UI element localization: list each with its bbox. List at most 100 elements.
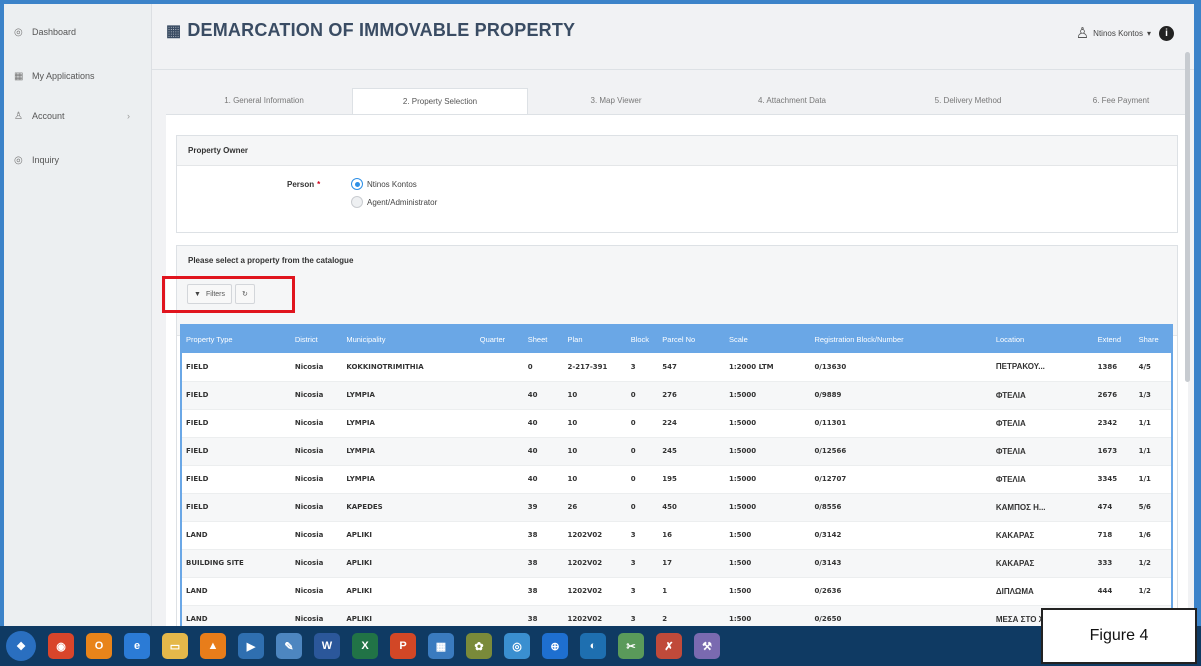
table-cell: 444 bbox=[1093, 577, 1135, 606]
table-row[interactable]: FIELD Nicosia LYMPIA 40 10 0 276 1:5000 0/9889 ΦΤ… bbox=[182, 381, 1171, 410]
powerpoint-icon[interactable]: P bbox=[390, 633, 416, 659]
table-cell bbox=[475, 437, 524, 466]
table-cell: 547 bbox=[658, 353, 725, 382]
column-header[interactable]: Scale bbox=[725, 326, 811, 353]
start-orb-icon[interactable]: ❖ bbox=[6, 631, 36, 661]
tab-3[interactable]: 3. Map Viewer bbox=[528, 88, 704, 114]
table-row[interactable]: FIELD Nicosia KOKKINOTRIMITHIA 0 2-217-391 3 5… bbox=[182, 353, 1171, 382]
calculator-icon[interactable]: ▦ bbox=[428, 633, 454, 659]
table-cell: FIELD bbox=[182, 493, 291, 522]
filters-button[interactable]: ▼ Filters bbox=[187, 284, 232, 304]
column-header[interactable]: Extend bbox=[1093, 326, 1135, 353]
table-cell: ΚΑΚΑΡΑΣ bbox=[991, 549, 1094, 578]
table-cell: 1/6 bbox=[1134, 521, 1171, 550]
table-cell bbox=[475, 493, 524, 522]
table-cell: LAND bbox=[182, 577, 291, 606]
gimp-icon[interactable]: ✿ bbox=[466, 633, 492, 659]
grid-menu-icon[interactable]: ▦ bbox=[166, 21, 181, 41]
column-header[interactable]: Block bbox=[626, 326, 659, 353]
table-cell: 1/2 bbox=[1134, 577, 1171, 606]
word-icon[interactable]: W bbox=[314, 633, 340, 659]
table-cell: ΦΤΕΛΙΑ bbox=[991, 409, 1094, 438]
tool-icon[interactable]: ✗ bbox=[656, 633, 682, 659]
teamviewer-icon[interactable]: ⊕ bbox=[542, 633, 568, 659]
scrollbar[interactable] bbox=[1185, 52, 1190, 382]
outlook-icon[interactable]: O bbox=[86, 633, 112, 659]
table-row[interactable]: FIELD Nicosia LYMPIA 40 10 0 224 1:5000 0/11301 Φ… bbox=[182, 409, 1171, 438]
refresh-button[interactable]: ↻ bbox=[235, 284, 255, 304]
sidebar: ◎ Dashboard ▦ My Applications ♙ Account › ◎ Inqu… bbox=[4, 4, 152, 626]
info-icon[interactable]: i bbox=[1159, 25, 1174, 41]
table-cell: 1:5000 bbox=[725, 409, 811, 438]
radio-selected-icon[interactable] bbox=[351, 178, 363, 190]
vlc-icon[interactable]: ▲ bbox=[200, 633, 226, 659]
sidebar-item-dashboard[interactable]: ◎ Dashboard bbox=[4, 10, 152, 54]
chrome-icon[interactable]: ◉ bbox=[48, 633, 74, 659]
table-cell: 1:500 bbox=[725, 549, 811, 578]
sidebar-item-my-applications[interactable]: ▦ My Applications bbox=[4, 54, 152, 98]
folder-icon[interactable]: ▭ bbox=[162, 633, 188, 659]
brush-icon[interactable]: ⚒ bbox=[694, 633, 720, 659]
paint-icon[interactable]: ✎ bbox=[276, 633, 302, 659]
radio-unselected-icon[interactable] bbox=[351, 196, 363, 208]
table-cell: ΦΤΕΛΙΑ bbox=[991, 437, 1094, 466]
globe-icon[interactable]: ◐ bbox=[580, 633, 606, 659]
table-cell: 2676 bbox=[1093, 381, 1135, 410]
radio-owner-self[interactable]: Ntinos Kontos bbox=[351, 178, 417, 190]
table-row[interactable]: FIELD Nicosia LYMPIA 40 10 0 195 1:5000 0/12707 Φ… bbox=[182, 465, 1171, 494]
ie-icon[interactable]: e bbox=[124, 633, 150, 659]
column-header[interactable]: District bbox=[290, 326, 343, 353]
column-header[interactable]: Plan bbox=[563, 326, 627, 353]
excel-icon[interactable]: X bbox=[352, 633, 378, 659]
table-cell bbox=[475, 521, 524, 550]
column-header[interactable]: Property Type bbox=[182, 326, 291, 353]
column-header[interactable]: Quarter bbox=[475, 326, 524, 353]
table-row[interactable]: LAND Nicosia APLIKI 38 1202V02 3 16 1:500 0/3142… bbox=[182, 521, 1171, 550]
table-cell: 0 bbox=[626, 381, 659, 410]
table-cell: 0 bbox=[626, 437, 659, 466]
table-cell bbox=[475, 577, 524, 606]
table-cell: 3 bbox=[626, 353, 659, 382]
table-row[interactable]: FIELD Nicosia LYMPIA 40 10 0 245 1:5000 0/12566 Φ… bbox=[182, 437, 1171, 466]
table-cell: 333 bbox=[1093, 549, 1135, 578]
tab-2[interactable]: 2. Property Selection bbox=[352, 88, 528, 114]
caret-down-icon: ▾ bbox=[1146, 28, 1151, 38]
sidebar-item-account[interactable]: ♙ Account › bbox=[4, 94, 152, 138]
user-menu[interactable]: ♙ Ntinos Kontos ▾ i bbox=[1076, 24, 1174, 42]
table-cell: LAND bbox=[182, 605, 291, 626]
column-header[interactable]: Parcel No bbox=[658, 326, 725, 353]
table-cell: 1202V02 bbox=[563, 605, 627, 626]
table-row[interactable]: BUILDING SITE Nicosia APLIKI 38 1202V02 3 17 1:… bbox=[182, 549, 1171, 578]
column-header[interactable]: Registration Block/Number bbox=[810, 326, 992, 353]
table-row[interactable]: LAND Nicosia APLIKI 38 1202V02 3 2 1:500 0/2650 Μ… bbox=[182, 605, 1171, 626]
sidebar-item-inquiry[interactable]: ◎ Inquiry bbox=[4, 138, 152, 182]
table-cell: 1:500 bbox=[725, 605, 811, 626]
table-cell: APLIKI bbox=[342, 521, 476, 550]
tab-5[interactable]: 5. Delivery Method bbox=[880, 88, 1056, 114]
table-body: FIELD Nicosia KOKKINOTRIMITHIA 0 2-217-391 3 5… bbox=[182, 353, 1171, 626]
snipping-icon[interactable]: ✂ bbox=[618, 633, 644, 659]
table-cell: 3345 bbox=[1093, 465, 1135, 494]
table-cell: 0/2650 bbox=[810, 605, 992, 626]
column-header[interactable]: Location bbox=[991, 326, 1094, 353]
page-title-text: DEMARCATION OF IMMOVABLE PROPERTY bbox=[187, 20, 576, 40]
table-row[interactable]: FIELD Nicosia KAPEDES 39 26 0 450 1:5000 0/8556 Κ… bbox=[182, 493, 1171, 522]
table-cell: FIELD bbox=[182, 381, 291, 410]
radio-owner-agent[interactable]: Agent/Administrator bbox=[351, 196, 437, 208]
table-cell: 39 bbox=[523, 493, 564, 522]
table-cell: LYMPIA bbox=[342, 437, 476, 466]
tab-1[interactable]: 1. General Information bbox=[176, 88, 352, 114]
column-header[interactable]: Municipality bbox=[342, 326, 476, 353]
tab-4[interactable]: 4. Attachment Data bbox=[704, 88, 880, 114]
column-header[interactable]: Share bbox=[1134, 326, 1171, 353]
table-row[interactable]: LAND Nicosia APLIKI 38 1202V02 3 1 1:500 0/2636 Δ… bbox=[182, 577, 1171, 606]
table-cell: 0/9889 bbox=[810, 381, 992, 410]
tab-6[interactable]: 6. Fee Payment bbox=[1056, 88, 1186, 114]
person-label: Person * bbox=[287, 180, 321, 189]
content-panel: Property Owner Person * Ntinos Kontos Age… bbox=[162, 114, 1188, 626]
search-app-icon[interactable]: ◎ bbox=[504, 633, 530, 659]
media-icon[interactable]: ▶ bbox=[238, 633, 264, 659]
column-header[interactable]: Sheet bbox=[523, 326, 564, 353]
table-cell: 1/3 bbox=[1134, 381, 1171, 410]
table-cell: ΚΑΚΑΡΑΣ bbox=[991, 521, 1094, 550]
